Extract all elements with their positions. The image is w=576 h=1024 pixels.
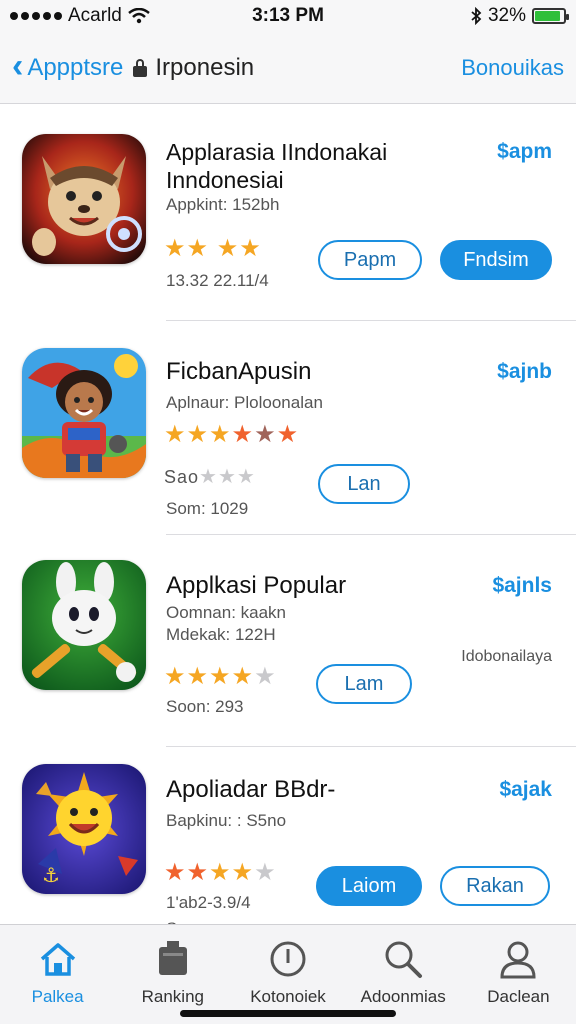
app-name[interactable]: Applarasia IIndonakai Inndonesiai [166, 138, 466, 194]
status-left: Acarld [10, 5, 210, 27]
info-icon [270, 941, 306, 977]
app-name[interactable]: Apoliadar BBdr- [166, 776, 466, 804]
tab-label: Adoonmias [360, 987, 446, 1006]
tab-profile[interactable]: Daclean [461, 925, 576, 1024]
back-label: Appptsre [27, 53, 124, 81]
app-meta: Appkint: 152bh [166, 195, 280, 214]
divider [166, 534, 576, 535]
status-time: 3:13 PM [252, 5, 324, 26]
page-title: Irponesin [155, 53, 255, 81]
app-action-button[interactable]: Lam [316, 664, 412, 704]
app-primary-button[interactable]: Fndsim [440, 240, 552, 280]
rating-label: Sao [164, 467, 200, 487]
app-action-button[interactable]: Lan [318, 464, 410, 504]
app-stats: 13.32 22.11/4 [166, 271, 269, 290]
tab-home[interactable]: Palkea [0, 925, 115, 1024]
star-rating: ★★★★★ [164, 663, 277, 690]
app-name[interactable]: Applkasi Popular [166, 572, 466, 600]
nav-bar: ‹ Appptsre Irponesin Bonouikas [0, 32, 576, 104]
star-rating: ★★ ★★ [164, 235, 262, 262]
app-action-button[interactable]: Papm [318, 240, 422, 280]
app-name[interactable]: FicbanApusin [166, 358, 466, 386]
app-meta: Oomnan: kaakn [166, 603, 287, 622]
tab-label: Daclean [487, 987, 550, 1006]
star-rating: ★★★★★ [164, 859, 277, 886]
app-price: $ajnls [492, 574, 552, 597]
home-indicator [180, 1010, 396, 1017]
app-icon-fox[interactable] [22, 134, 146, 264]
search-icon [385, 941, 423, 978]
nav-right-button[interactable]: Bonouikas [461, 55, 564, 81]
app-icon-sun[interactable]: ⚓ [22, 764, 146, 894]
app-icon-rabbit[interactable] [22, 560, 146, 690]
tab-label: Ranking [141, 987, 204, 1006]
person-icon [500, 941, 536, 979]
bluetooth-icon [471, 7, 482, 25]
back-button[interactable]: ‹ Appptsre [12, 49, 124, 83]
app-meta-2: Mdekak: 122H [166, 625, 276, 644]
status-bar: Acarld 3:13 PM 32% [0, 0, 576, 32]
app-primary-button[interactable]: Laiom [316, 866, 422, 906]
app-price: $ajak [499, 778, 552, 801]
app-icon-character[interactable] [22, 348, 146, 478]
app-stats: 1'ab2-3.9/4 [166, 893, 251, 912]
wifi-icon [128, 8, 150, 24]
tab-bar: Palkea Ranking Kotonoiek Adoonmias Dacle… [0, 924, 576, 1024]
battery-level [535, 11, 561, 21]
divider [166, 320, 576, 321]
signal-strength-icon [10, 12, 62, 20]
app-price: $ajnb [497, 360, 552, 383]
app-region-note: Idobonailaya [461, 648, 552, 665]
ranking-icon [158, 941, 187, 975]
tab-label: Palkea [31, 987, 84, 1006]
app-stats: Soon: 293 [166, 697, 244, 716]
svg-text:⚓: ⚓ [42, 863, 60, 887]
star-rating: ★★★★★★ [164, 421, 300, 448]
divider [166, 746, 576, 747]
home-icon [40, 943, 75, 976]
app-meta: Bapkinu: : S5no [166, 811, 287, 830]
star-rating-secondary: Sao★★★ [164, 466, 256, 488]
chevron-left-icon: ‹ [12, 46, 24, 85]
battery-percent: 32% [487, 5, 526, 26]
app-action-button[interactable]: Rakan [440, 866, 550, 906]
battery-icon [532, 8, 569, 24]
status-right: 32% [366, 5, 569, 27]
tab-label: Kotonoiek [250, 987, 326, 1006]
carrier-name: Acarld [68, 5, 122, 26]
app-stats: Som: 1029 [166, 499, 249, 518]
app-price: $apm [497, 140, 552, 163]
lock-icon [133, 58, 148, 77]
app-meta: Aplnaur: Ploloonalan [166, 393, 323, 412]
